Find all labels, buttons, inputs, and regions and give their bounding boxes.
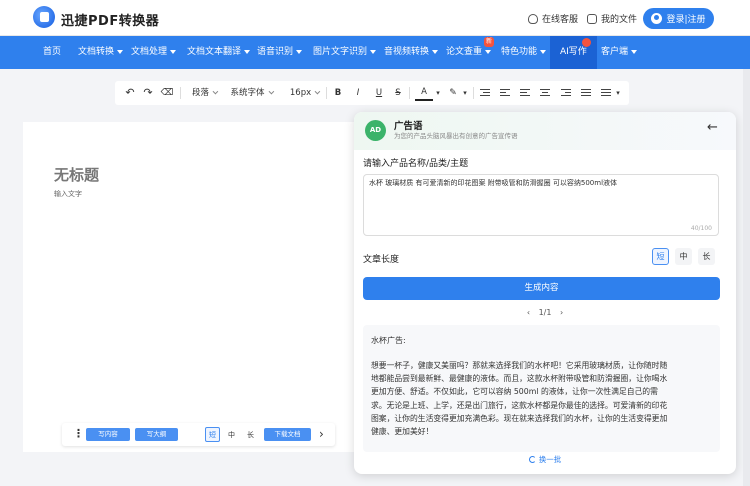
product-input-label: 请输入产品名称/品类/主题 (363, 159, 469, 169)
refresh-label: 换一批 (538, 455, 562, 464)
panel-description: 为您的产品头脑风暴出有创意的广告宣传语 (394, 132, 518, 140)
nav-item-features[interactable]: 特色功能 (501, 36, 547, 69)
chevron-down-icon (370, 49, 377, 54)
product-input-field[interactable]: 水杯 玻璃材质 有可爱清新的印花图案 附带吸管和防滑握圈 可以容纳500ml液体… (363, 174, 719, 236)
my-files-label: 我的文件 (601, 15, 638, 25)
headset-icon (528, 13, 538, 24)
login-register-button[interactable]: 登录|注册 (643, 8, 714, 29)
font-color-caret-icon[interactable]: ▾ (433, 81, 443, 105)
chevron-down-icon (314, 88, 321, 95)
main-nav: 首页 文档转换 文档处理 文档文本翻译 语音识别 图片文字识别 音视频转换 论文… (0, 36, 750, 69)
chevron-down-icon (244, 49, 251, 54)
document-body-placeholder[interactable]: 输入文字 (54, 189, 82, 199)
customer-support-label: 在线客服 (542, 15, 579, 25)
app-logo-icon[interactable] (33, 6, 55, 28)
chevron-down-icon (117, 49, 124, 54)
toolbar-divider (326, 87, 327, 99)
list-indent-icon[interactable] (480, 89, 490, 97)
toolbar-divider (409, 87, 410, 99)
nav-item-speech-recognition[interactable]: 语音识别 (257, 36, 303, 69)
nav-item-doc-process[interactable]: 文档处理 (131, 36, 177, 69)
length-option-short[interactable]: 短 (652, 248, 669, 265)
refresh-button[interactable]: 换一批 (354, 454, 736, 465)
write-content-button[interactable]: 写内容 (86, 428, 130, 441)
document-action-bar: ⋮ 写内容 写大纲 短 中 长 下载文档 › (62, 423, 335, 446)
font-family-select[interactable]: 系统字体 (227, 81, 275, 105)
font-color-button[interactable]: A (415, 83, 433, 101)
length-short-button[interactable]: 短 (205, 427, 220, 442)
strikethrough-button[interactable]: S (392, 81, 404, 105)
chevron-down-icon (631, 49, 638, 54)
result-card: 水杯广告: 想要一杯子，健康又美丽吗？那就来选择我们的水杯吧！它采用玻璃材质，让… (363, 325, 720, 452)
write-outline-button[interactable]: 写大纲 (135, 428, 178, 441)
download-document-button[interactable]: 下载文档 (264, 428, 311, 441)
length-long-button[interactable]: 长 (243, 427, 258, 442)
length-option-long[interactable]: 长 (698, 248, 715, 265)
font-size-select[interactable]: 16px (285, 81, 323, 105)
editor-toolbar: ↶ ↷ ⌫ 段落 系统字体 16px B I U S A ▾ ✎ ▾ ▾ (115, 81, 629, 105)
nav-item-client[interactable]: 客户端 (601, 36, 638, 69)
nav-item-image-ocr[interactable]: 图片文字识别 (313, 36, 377, 69)
align-left-icon[interactable] (500, 89, 510, 97)
align-right-icon[interactable] (561, 89, 571, 97)
result-body: 想要一杯子，健康又美丽吗？那就来选择我们的水杯吧！它采用玻璃材质，让你随时随地都… (371, 361, 668, 437)
document-title[interactable]: 无标题 (54, 164, 99, 185)
align-center-icon[interactable] (540, 89, 550, 97)
nav-item-doc-convert[interactable]: 文档转换 (78, 36, 124, 69)
undo-icon[interactable]: ↶ (123, 81, 137, 105)
align-justify-icon[interactable] (581, 89, 591, 97)
user-icon (651, 13, 663, 24)
my-files-link[interactable]: 我的文件 (587, 12, 637, 25)
ai-writing-panel: AD 广告语 为您的产品头脑风暴出有创意的广告宣传语 ← 请输入产品名称/品类/… (354, 112, 736, 474)
length-label: 文章长度 (363, 255, 400, 265)
product-input-value: 水杯 玻璃材质 有可爱清新的印花图案 附带吸管和防滑握圈 可以容纳500ml液体 (369, 179, 618, 187)
login-register-label: 登录|注册 (666, 15, 706, 25)
chevron-down-icon (170, 49, 177, 54)
chevron-down-icon (296, 49, 303, 54)
char-counter: 40/100 (690, 225, 712, 232)
pager-label: 1/1 (538, 308, 552, 317)
chevron-right-icon[interactable]: › (319, 428, 324, 440)
italic-button[interactable]: I (352, 81, 364, 105)
document-icon (587, 13, 597, 24)
more-options-icon[interactable]: ⋮ (73, 428, 84, 440)
top-header: 迅捷PDF转换器 在线客服 我的文件 登录|注册 (0, 0, 750, 36)
new-badge: 新 (484, 37, 495, 47)
length-option-medium[interactable]: 中 (675, 248, 692, 265)
line-height-caret-icon[interactable]: ▾ (613, 81, 623, 105)
nav-item-home[interactable]: 首页 (43, 36, 61, 69)
generate-content-button[interactable]: 生成内容 (363, 277, 720, 300)
chevron-down-icon (540, 49, 547, 54)
highlight-caret-icon[interactable]: ▾ (460, 81, 470, 105)
nav-item-doc-translate[interactable]: 文档文本翻译 (187, 36, 251, 69)
line-height-icon[interactable] (601, 89, 611, 97)
result-title: 水杯广告: (371, 336, 406, 345)
hot-badge-icon (582, 38, 591, 47)
chevron-down-icon (432, 49, 439, 54)
pager-prev-icon[interactable]: ‹ (527, 308, 530, 317)
page-scrollbar[interactable] (743, 69, 750, 486)
document-canvas[interactable]: 无标题 输入文字 (23, 122, 368, 452)
highlight-pen-icon[interactable]: ✎ (446, 81, 460, 105)
toolbar-divider (473, 87, 474, 99)
customer-support-link[interactable]: 在线客服 (528, 12, 578, 25)
redo-icon[interactable]: ↷ (141, 81, 155, 105)
back-arrow-icon[interactable]: ← (707, 120, 718, 135)
chevron-down-icon (485, 49, 492, 54)
list-outdent-icon[interactable] (520, 89, 530, 97)
result-pager: ‹ 1/1 › (354, 308, 736, 317)
length-medium-button[interactable]: 中 (224, 427, 239, 442)
nav-item-av-convert[interactable]: 音视频转换 (384, 36, 439, 69)
bold-button[interactable]: B (332, 81, 344, 105)
ad-icon: AD (365, 120, 386, 141)
underline-button[interactable]: U (373, 81, 385, 105)
chevron-down-icon (212, 88, 219, 95)
pager-next-icon[interactable]: › (560, 308, 563, 317)
paragraph-select[interactable]: 段落 (187, 81, 221, 105)
app-logo-text[interactable]: 迅捷PDF转换器 (61, 10, 159, 29)
refresh-icon (528, 456, 536, 463)
chevron-down-icon (268, 88, 274, 95)
toolbar-divider (180, 87, 181, 99)
clear-format-icon[interactable]: ⌫ (160, 81, 174, 105)
